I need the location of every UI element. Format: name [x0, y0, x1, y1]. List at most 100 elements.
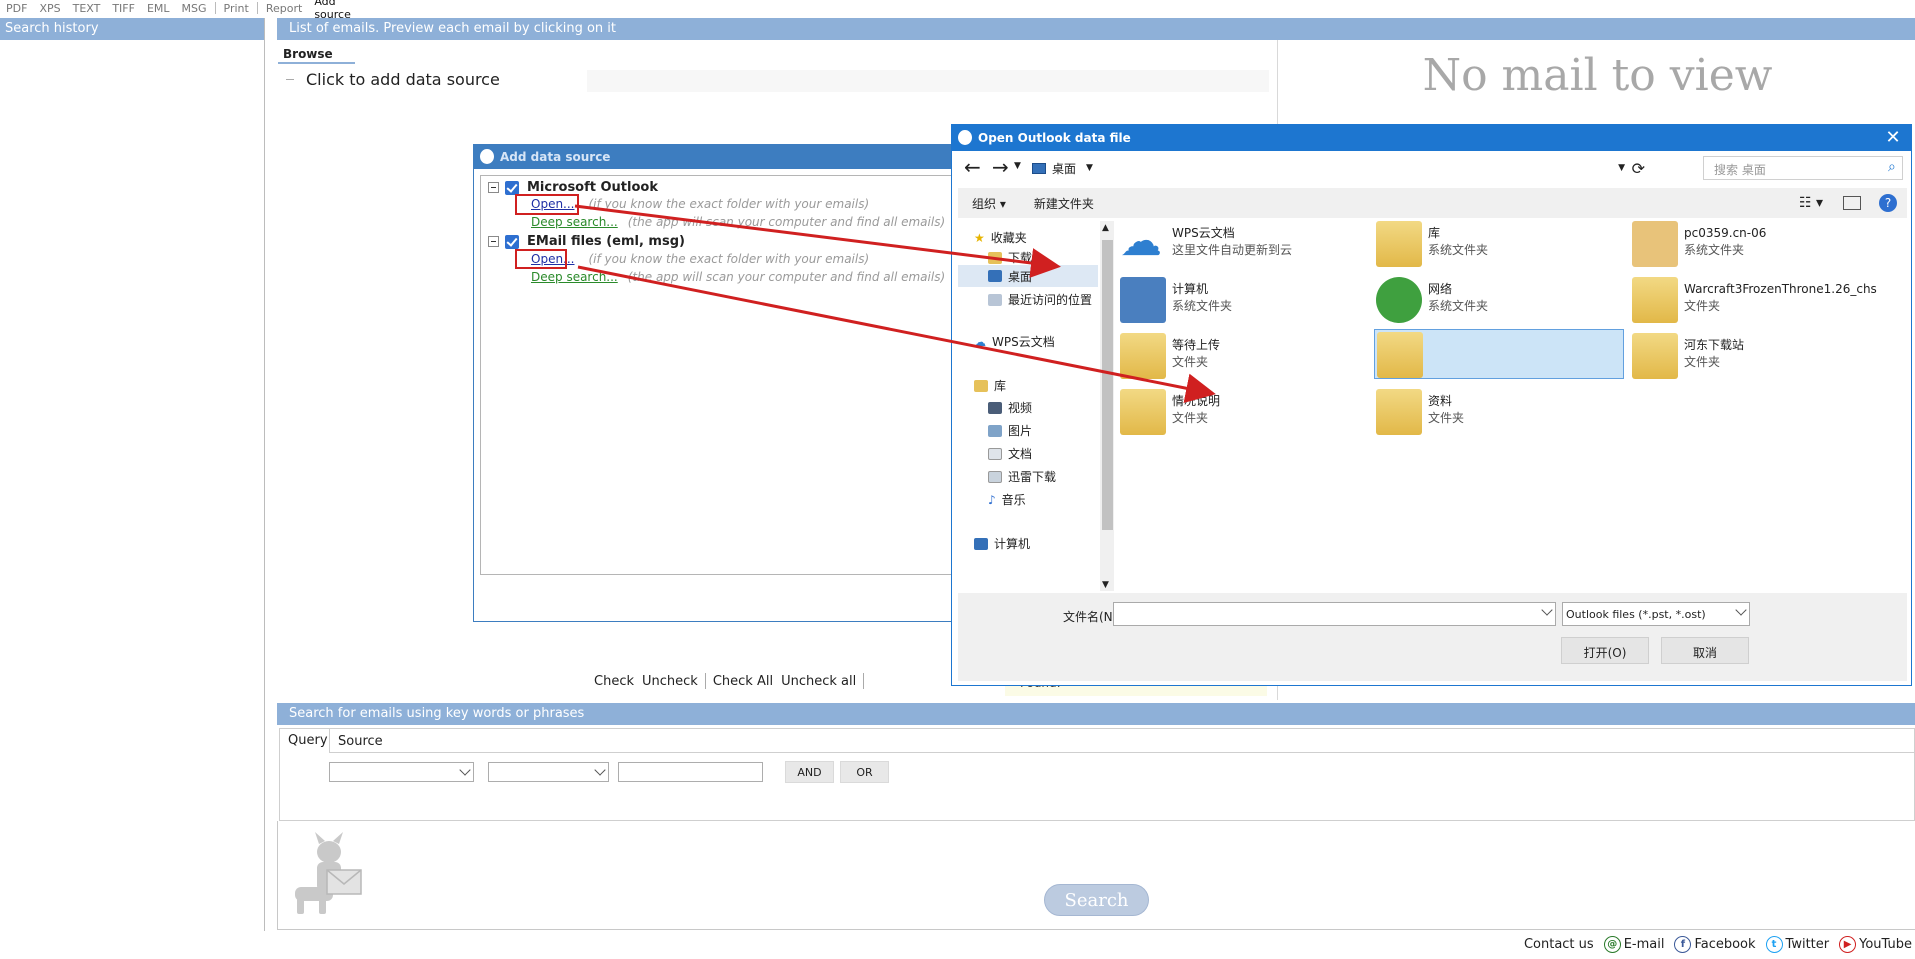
nav-thunder[interactable]: 迅雷下载: [988, 468, 1056, 485]
app-icon: [480, 149, 494, 164]
cloud-icon: ☁: [974, 334, 986, 349]
search-icon[interactable]: ⌕: [1888, 159, 1896, 175]
open-outlook-file-dialog: Open Outlook data file ✕ ← → ▼ 桌面 ▼ ▼ ⟳ …: [951, 124, 1912, 686]
nav-recent[interactable]: 最近访问的位置: [988, 291, 1092, 308]
file-item-user[interactable]: pc0359.cn-06 系统文件夹: [1632, 221, 1882, 271]
query-field-select[interactable]: [329, 762, 474, 782]
files-deep-search-link[interactable]: Deep search...: [531, 270, 618, 284]
app-icon: [958, 130, 972, 145]
nav-favorites[interactable]: ★ 收藏夹: [974, 229, 1027, 246]
new-folder-button[interactable]: 新建文件夹: [1020, 195, 1108, 212]
query-operator-select[interactable]: [488, 762, 609, 782]
outlook-open-row: Open... (if you know the exact folder wi…: [531, 197, 869, 211]
outlook-checkbox[interactable]: [505, 180, 519, 195]
uncheck-all-button[interactable]: Uncheck all: [777, 674, 860, 689]
close-icon[interactable]: ✕: [1883, 127, 1903, 148]
file-item-pending[interactable]: 等待上传 文件夹: [1120, 333, 1370, 383]
collapse-icon[interactable]: [488, 236, 499, 247]
view-options-icon[interactable]: ☷ ▾: [1799, 195, 1823, 211]
left-panel-divider[interactable]: [264, 18, 265, 931]
file-item-computer[interactable]: 计算机 系统文件夹: [1120, 277, 1370, 327]
nav-desktop[interactable]: 桌面: [958, 265, 1098, 287]
toolbar-pdf[interactable]: PDF: [0, 2, 33, 15]
history-dropdown-icon[interactable]: ▼: [1014, 161, 1021, 171]
contact-us-link[interactable]: Contact us: [1524, 937, 1594, 952]
nav-scrollbar-thumb[interactable]: [1102, 240, 1113, 530]
tree-line: [286, 79, 294, 80]
file-item-wps[interactable]: ☁ WPS云文档 这里文件自动更新到云: [1120, 216, 1370, 271]
filename-input[interactable]: [1113, 602, 1556, 626]
toolbar-print[interactable]: Print: [218, 2, 255, 15]
outlook-deep-search-link[interactable]: Deep search...: [531, 215, 618, 229]
nav-pictures[interactable]: 图片: [988, 422, 1032, 439]
file-item-selected[interactable]: [1374, 329, 1624, 379]
or-button[interactable]: OR: [840, 761, 889, 783]
email-link[interactable]: @ E-mail: [1603, 936, 1664, 953]
tree-node-outlook[interactable]: Microsoft Outlook: [488, 180, 658, 195]
facebook-link[interactable]: f Facebook: [1674, 936, 1756, 953]
youtube-icon: ▶: [1839, 936, 1857, 953]
help-icon[interactable]: ?: [1879, 194, 1897, 212]
refresh-icon[interactable]: ⟳: [1632, 159, 1645, 178]
folder-search-input[interactable]: 搜索 桌面: [1703, 156, 1903, 180]
nav-computer[interactable]: 计算机: [974, 535, 1030, 552]
breadcrumb-dropdown-icon[interactable]: ▼: [1086, 163, 1093, 173]
tab-source[interactable]: Source: [330, 729, 390, 753]
scroll-up-icon[interactable]: ▲: [1102, 223, 1109, 233]
cloud-icon: ☁: [1120, 216, 1162, 265]
filetype-select[interactable]: Outlook files (*.pst, *.ost): [1562, 602, 1750, 626]
library-icon: [1376, 221, 1422, 267]
nav-documents[interactable]: 文档: [988, 445, 1032, 462]
file-item-name: pc0359.cn-06: [1684, 226, 1767, 240]
scroll-down-icon[interactable]: ▼: [1102, 580, 1109, 590]
nav-libraries[interactable]: 库: [974, 377, 1006, 394]
tab-browse[interactable]: Browse: [278, 44, 355, 64]
toolbar-eml[interactable]: EML: [141, 2, 176, 15]
nav-thunder-label: 迅雷下载: [1008, 470, 1057, 484]
nav-downloads[interactable]: 下载: [988, 249, 1032, 266]
add-data-source-node[interactable]: Click to add data source: [286, 70, 500, 89]
address-bar[interactable]: 桌面 ▼ ▼ ⟳: [1032, 156, 1647, 180]
toolbar-text[interactable]: TEXT: [67, 2, 107, 15]
toolbar-tiff[interactable]: TIFF: [106, 2, 141, 15]
toolbar-xps[interactable]: XPS: [33, 2, 66, 15]
folder-icon: [1377, 332, 1423, 378]
add-data-source-titlebar[interactable]: Add data source: [474, 145, 1032, 169]
youtube-link[interactable]: ▶ YouTube: [1839, 936, 1912, 953]
file-item-type: 文件夹: [1172, 355, 1209, 369]
file-item-materials[interactable]: 资料 文件夹: [1376, 389, 1626, 439]
organize-menu[interactable]: 组织 ▾: [958, 195, 1020, 212]
tree-node-email-files[interactable]: EMail files (eml, msg): [488, 234, 685, 249]
file-item-hedong[interactable]: 河东下载站 文件夹: [1632, 333, 1882, 383]
cancel-button[interactable]: 取消: [1661, 637, 1749, 664]
and-button[interactable]: AND: [785, 761, 834, 783]
forward-arrow-icon[interactable]: →: [992, 155, 1009, 179]
check-all-button[interactable]: Check All: [709, 674, 777, 689]
toolbar-msg[interactable]: MSG: [176, 2, 213, 15]
open-dialog-title: Open Outlook data file: [978, 131, 1131, 145]
file-item-notes[interactable]: 情况说明 文件夹: [1120, 389, 1370, 439]
twitter-link[interactable]: t Twitter: [1765, 936, 1829, 953]
nav-libraries-label: 库: [994, 379, 1007, 393]
tab-query[interactable]: Query: [280, 729, 330, 753]
collapse-icon[interactable]: [488, 182, 499, 193]
open-button[interactable]: 打开(O): [1561, 637, 1649, 664]
check-button[interactable]: Check: [590, 674, 638, 689]
address-dropdown-icon[interactable]: ▼: [1618, 163, 1625, 173]
toolbar-report[interactable]: Report: [260, 2, 308, 15]
back-arrow-icon[interactable]: ←: [964, 155, 981, 179]
file-item-type: 文件夹: [1684, 355, 1721, 369]
file-item-warcraft[interactable]: Warcraft3FrozenThrone1.26_chs 文件夹: [1632, 277, 1902, 327]
email-files-checkbox[interactable]: [505, 234, 519, 249]
open-dialog-titlebar[interactable]: Open Outlook data file: [952, 125, 1911, 151]
file-item-library[interactable]: 库系统文件夹: [1376, 221, 1626, 271]
nav-music[interactable]: ♪ 音乐: [988, 491, 1026, 508]
nav-wps-cloud[interactable]: ☁ WPS云文档: [974, 333, 1055, 350]
search-button[interactable]: Search: [1044, 884, 1149, 916]
uncheck-button[interactable]: Uncheck: [638, 674, 702, 689]
nav-videos[interactable]: 视频: [988, 399, 1032, 416]
file-item-type: 系统文件夹: [1428, 299, 1489, 313]
query-text-input[interactable]: [618, 762, 763, 782]
file-item-network[interactable]: 网络 系统文件夹: [1376, 277, 1626, 327]
preview-pane-icon[interactable]: [1843, 196, 1861, 210]
